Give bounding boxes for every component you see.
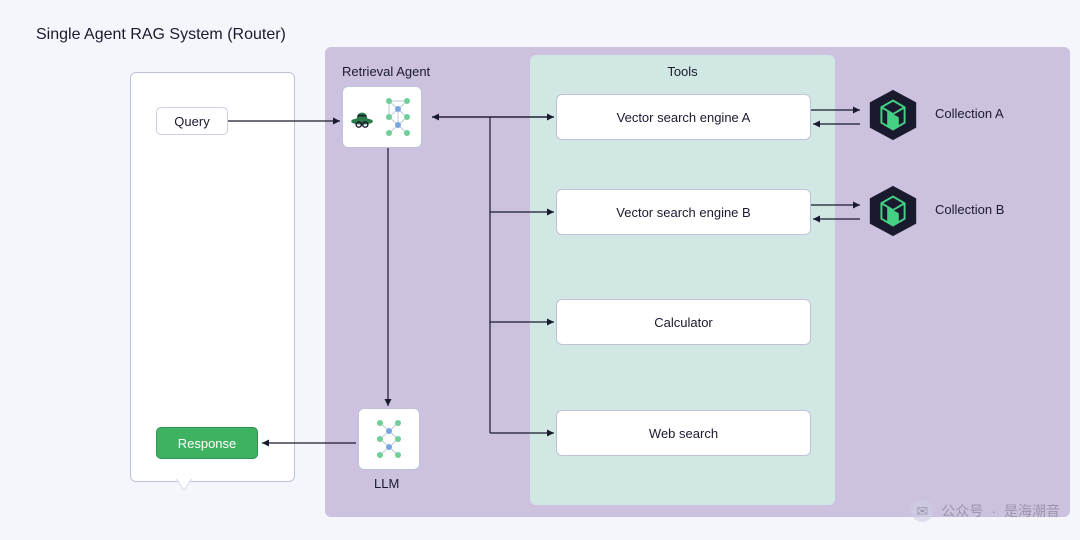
tool-vector-b: Vector search engine B [556,189,811,235]
watermark-sep: · [991,503,996,519]
watermark-name: 是海潮音 [1004,501,1060,521]
tool-label: Web search [649,426,718,441]
response-node: Response [156,427,258,459]
watermark: ✉ 公众号 · 是海潮音 [911,500,1060,522]
retrieval-agent-node [342,86,422,148]
network-icon [381,95,415,139]
query-label: Query [174,114,209,129]
tools-label: Tools [530,64,835,79]
watermark-prefix: 公众号 [941,501,983,521]
tool-calculator: Calculator [556,299,811,345]
collection-b-label: Collection B [935,202,1004,217]
tool-vector-a: Vector search engine A [556,94,811,140]
tool-label: Calculator [654,315,713,330]
diagram-canvas: Single Agent RAG System (Router) Tools Q… [0,0,1080,540]
llm-node [358,408,420,470]
wechat-icon: ✉ [911,500,933,522]
agent-hat-icon [349,104,375,130]
query-node: Query [156,107,228,135]
tool-web-search: Web search [556,410,811,456]
llm-label: LLM [374,476,399,491]
diagram-title: Single Agent RAG System (Router) [36,26,286,44]
chat-tail-icon [176,478,192,490]
collection-b-icon [864,182,922,240]
collection-a-label: Collection A [935,106,1004,121]
network-icon [372,417,406,461]
response-label: Response [178,436,237,451]
tool-label: Vector search engine B [616,205,750,220]
tool-label: Vector search engine A [617,110,751,125]
retrieval-agent-label: Retrieval Agent [342,64,430,79]
collection-a-icon [864,86,922,144]
